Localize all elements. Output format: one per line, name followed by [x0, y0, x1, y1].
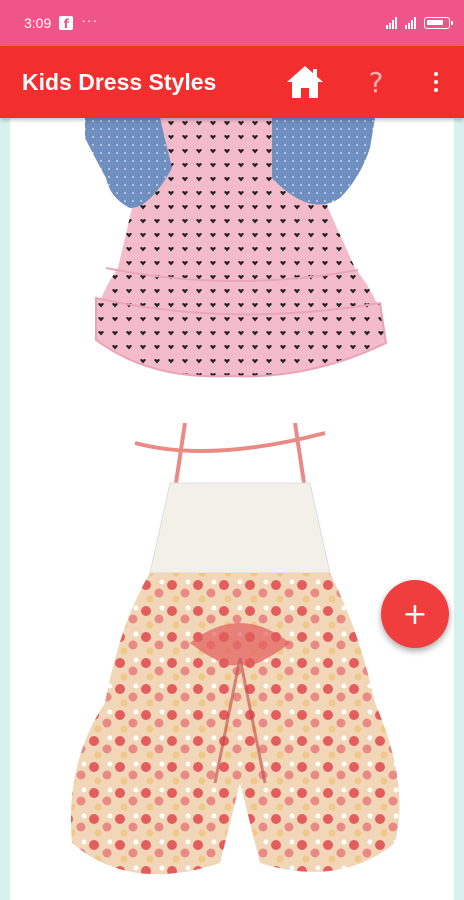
more-notifications-icon: ···: [81, 12, 99, 28]
menu-dot: [434, 80, 438, 84]
help-button[interactable]: ?: [360, 62, 392, 102]
home-button[interactable]: [283, 62, 327, 102]
gallery-content[interactable]: [10, 118, 454, 900]
gallery-item-floral-romper[interactable]: [10, 423, 454, 900]
app-title: Kids Dress Styles: [22, 68, 217, 95]
facebook-notification-icon: f: [59, 16, 74, 30]
help-icon: ?: [368, 65, 384, 99]
signal-icon-2: [405, 17, 416, 29]
status-time: 3:09: [24, 15, 52, 31]
menu-dot: [434, 72, 438, 76]
menu-dot: [434, 88, 438, 92]
status-bar: 3:09 f ···: [0, 0, 464, 46]
battery-icon: [424, 17, 453, 29]
app-bar: Kids Dress Styles ?: [0, 46, 464, 118]
overflow-menu-button[interactable]: [424, 62, 448, 102]
plus-icon: +: [402, 596, 428, 632]
home-icon: [287, 66, 323, 98]
add-button[interactable]: +: [381, 580, 449, 648]
signal-icon: [386, 17, 397, 29]
gallery-item-polka-dress[interactable]: [10, 118, 454, 388]
status-right: [386, 17, 453, 29]
status-left: 3:09 f ···: [24, 12, 99, 31]
